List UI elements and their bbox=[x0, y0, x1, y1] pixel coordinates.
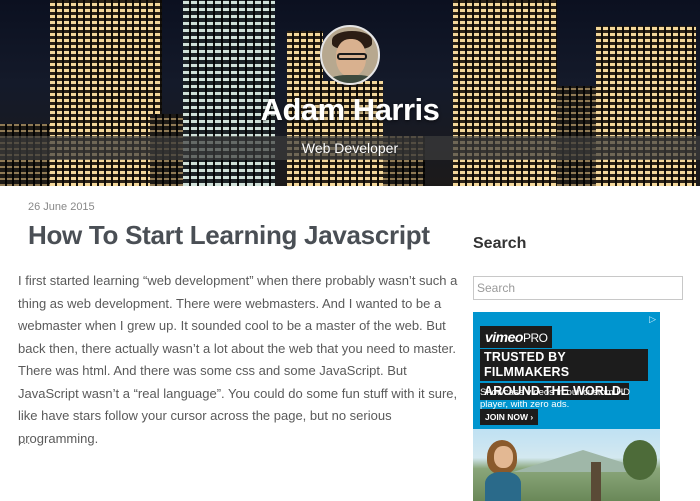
ad-tree bbox=[623, 440, 657, 480]
ad-camera-tripod bbox=[591, 462, 601, 501]
site-tagline: Web Developer bbox=[301, 140, 399, 156]
ad-person-face bbox=[494, 446, 513, 468]
avatar[interactable] bbox=[320, 25, 380, 85]
site-title[interactable]: Adam Harris bbox=[0, 92, 700, 128]
ad-person-body bbox=[485, 472, 521, 501]
vimeo-pro-logo: vimeoPRO bbox=[480, 326, 553, 348]
vimeo-ad-banner[interactable]: ▷ vimeoPRO TRUSTED BY FILMMAKERS AROUND … bbox=[473, 312, 660, 501]
ad-headline-line: TRUSTED BY FILMMAKERS bbox=[480, 349, 648, 381]
post-excerpt: I first started learning “web developmen… bbox=[18, 273, 458, 446]
read-more-link[interactable]: … bbox=[18, 432, 31, 447]
adchoices-icon[interactable]: ▷ bbox=[649, 314, 656, 325]
avatar-glasses bbox=[337, 53, 367, 60]
post-date[interactable]: 26 June 2015 bbox=[28, 201, 95, 213]
vimeo-logo-text: vimeo bbox=[485, 329, 523, 345]
post-title[interactable]: How To Start Learning Javascript bbox=[28, 220, 430, 251]
ad-join-now-button[interactable]: JOIN NOW › bbox=[480, 409, 539, 425]
ad-person bbox=[483, 440, 521, 501]
search-input[interactable] bbox=[473, 276, 683, 300]
header-banner: Adam Harris Web Developer bbox=[0, 0, 700, 186]
search-widget-title: Search bbox=[473, 235, 527, 252]
vimeo-pro-text: PRO bbox=[522, 331, 548, 345]
ad-subtext: Showcase videos in our custom HD player,… bbox=[480, 387, 630, 410]
